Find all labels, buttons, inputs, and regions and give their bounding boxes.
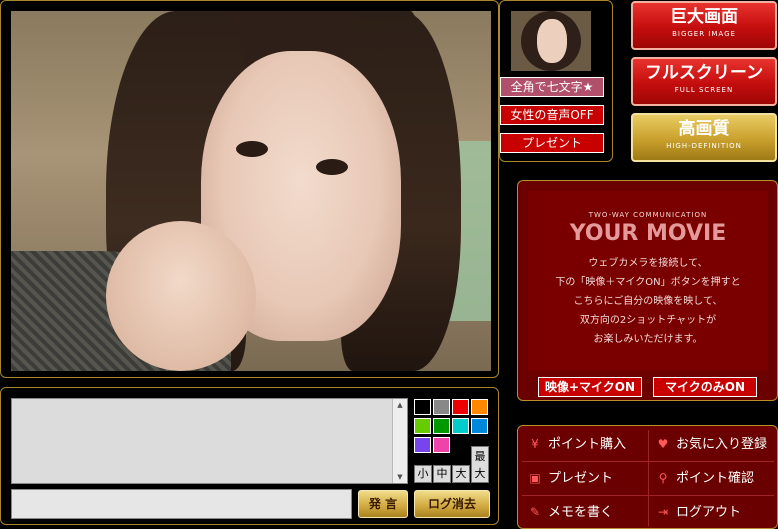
your-movie-caption: TWO-WAY COMMUNICATION <box>588 211 708 219</box>
performer-thumbnail <box>511 11 591 71</box>
chat-log[interactable] <box>11 398 408 484</box>
mic-only-on-button[interactable]: マイクのみON <box>653 377 757 397</box>
voice-off-button[interactable]: 女性の音声OFF <box>500 105 604 125</box>
menu-write-memo[interactable]: ✎ メモを書く <box>528 502 613 523</box>
your-movie-description: ウェブカメラを接続して、 下の「映像＋マイクON」ボタンを押すと こちらにご自分… <box>528 254 768 349</box>
color-swatch[interactable] <box>414 418 431 434</box>
menu-buy-points-label: ポイント購入 <box>548 437 627 452</box>
high-definition-button[interactable]: 高画質 HIGH-DEFINITION <box>631 113 777 162</box>
description-line: 下の「映像＋マイクON」ボタンを押すと <box>555 277 741 288</box>
description-line: 双方向の2ショットチャットが <box>579 315 717 326</box>
menu-buy-points[interactable]: ¥ ポイント購入 <box>528 434 626 455</box>
menu-write-memo-label: メモを書く <box>548 505 614 520</box>
menu-present[interactable]: ▣ プレゼント <box>528 468 613 489</box>
color-swatch[interactable] <box>471 418 488 434</box>
description-line: こちらにご自分の映像を映して、 <box>573 296 723 307</box>
performer-video <box>11 11 491 371</box>
description-line: お楽しみいただけます。 <box>593 334 703 345</box>
font-size-large-button[interactable]: 大 <box>452 465 470 483</box>
scroll-down-icon[interactable]: ▼ <box>393 471 407 483</box>
fullscreen-sublabel: FULL SCREEN <box>674 86 734 94</box>
video-panel <box>0 0 499 378</box>
scroll-up-icon[interactable]: ▲ <box>393 399 407 411</box>
bigger-image-label: 巨大画面 <box>670 7 738 27</box>
menu-present-label: プレゼント <box>548 471 614 486</box>
description-line: ウェブカメラを接続して、 <box>588 258 708 269</box>
menu-logout-label: ログアウト <box>676 505 742 520</box>
message-input[interactable] <box>11 489 352 519</box>
logout-icon: ⇥ <box>657 505 669 519</box>
yen-icon: ¥ <box>531 437 539 451</box>
video-mic-on-button[interactable]: 映像+マイクON <box>538 377 642 397</box>
color-swatch[interactable] <box>452 418 469 434</box>
menu-check-points[interactable]: ⚲ ポイント確認 <box>656 468 754 489</box>
menu-divider <box>522 495 774 496</box>
bigger-image-sublabel: BIGGER IMAGE <box>672 30 736 38</box>
font-size-medium-button[interactable]: 中 <box>433 465 451 483</box>
fullscreen-button[interactable]: フルスクリーン FULL SCREEN <box>631 57 777 106</box>
fullscreen-label: フルスクリーン <box>644 63 764 83</box>
high-definition-label: 高画質 <box>678 119 730 139</box>
heart-icon: ♥ <box>657 437 669 451</box>
pencil-icon: ✎ <box>529 505 541 519</box>
color-swatch[interactable] <box>433 437 450 453</box>
menu-favorite[interactable]: ♥ お気に入り登録 <box>656 434 767 455</box>
color-swatch[interactable] <box>433 399 450 415</box>
color-swatch[interactable] <box>433 418 450 434</box>
magnifier-icon: ⚲ <box>658 471 668 485</box>
present-button[interactable]: プレゼント <box>500 133 604 153</box>
font-size-small-button[interactable]: 小 <box>414 465 432 483</box>
color-swatch[interactable] <box>414 437 431 453</box>
bigger-image-button[interactable]: 巨大画面 BIGGER IMAGE <box>631 1 777 50</box>
font-size-max-button[interactable]: 最大 <box>471 446 489 483</box>
color-swatch[interactable] <box>414 399 431 415</box>
chat-log-scrollbar[interactable]: ▲ ▼ <box>392 399 407 483</box>
chat-panel: ▲ ▼ 小 中 大 最大 発 言 ログ消去 <box>0 387 499 525</box>
clear-log-button[interactable]: ログ消去 <box>414 490 490 518</box>
your-movie-box: TWO-WAY COMMUNICATION YOUR MOVIE ウェブカメラを… <box>528 191 768 371</box>
gift-icon: ▣ <box>529 471 541 485</box>
color-swatch[interactable] <box>452 399 469 415</box>
send-button[interactable]: 発 言 <box>358 490 408 518</box>
menu-divider <box>522 461 774 462</box>
color-swatch[interactable] <box>471 399 488 415</box>
your-movie-panel: TWO-WAY COMMUNICATION YOUR MOVIE ウェブカメラを… <box>517 180 778 401</box>
menu-logout[interactable]: ⇥ ログアウト <box>656 502 741 523</box>
high-definition-sublabel: HIGH-DEFINITION <box>666 142 742 150</box>
menu-favorite-label: お気に入り登録 <box>676 437 768 452</box>
side-panel: 全角で七文字★ 女性の音声OFF プレゼント <box>499 0 613 162</box>
chat-mode-button[interactable]: 全角で七文字★ <box>500 77 604 97</box>
account-menu: ¥ ポイント購入 ♥ お気に入り登録 ▣ プレゼント ⚲ ポイント確認 ✎ メモを書く ⇥… <box>517 425 778 529</box>
your-movie-title: YOUR MOVIE <box>569 221 727 246</box>
menu-divider <box>648 430 649 526</box>
menu-check-points-label: ポイント確認 <box>676 471 755 486</box>
